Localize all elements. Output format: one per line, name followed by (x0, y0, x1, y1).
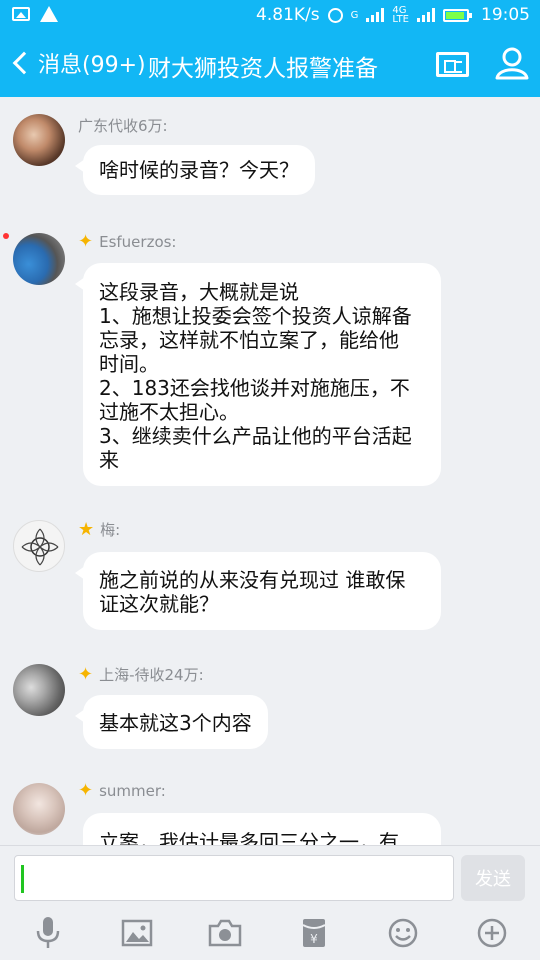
star-icon: ★ (78, 518, 95, 540)
sender-label: 上海-待收24万: (99, 666, 204, 684)
input-toolbar: ¥ (0, 905, 540, 960)
message-bubble[interactable]: 施之前说的从来没有兑现过 谁敢保 证这次就能？ (75, 552, 441, 630)
avatar[interactable] (13, 664, 65, 716)
network-speed: 4.81K/s (256, 5, 320, 25)
message-line: 3、继续卖什么产品让他的平台活起 (99, 424, 412, 448)
network-4g-lte: 4G LTE (392, 6, 409, 25)
send-button[interactable]: 发送 (461, 855, 525, 901)
svg-text:¥: ¥ (310, 932, 318, 946)
status-bar: 4.81K/s G 4G LTE 19:05 (0, 0, 540, 33)
sender-name: ✦ 上海-待收24万: (78, 664, 204, 685)
avatar[interactable] (13, 520, 65, 572)
avatar[interactable] (13, 233, 65, 285)
back-label: 消息(99+) (38, 53, 146, 78)
message-text: 基本就这3个内容 (99, 711, 252, 735)
camera-icon[interactable] (207, 915, 243, 951)
image-icon[interactable] (119, 915, 155, 951)
message-line: 2、183还会找他谈并对施施压，不 (99, 376, 410, 400)
star-icon: ✦ (78, 780, 94, 801)
emoji-icon[interactable] (385, 915, 421, 951)
message-line: 忘录，这样就不怕立案了，能给他 (99, 328, 399, 352)
warning-icon (40, 6, 58, 22)
message-line: 这段录音，大概就是说 (99, 280, 299, 304)
message-text: 立案，我估计最多回三分之一，有 (99, 830, 399, 845)
sender-label: 广东代收6万: (78, 117, 168, 135)
gallery-notification-icon (12, 7, 30, 21)
signal-icon (366, 8, 385, 22)
message-text: 啥时候的录音？今天？ (99, 158, 299, 182)
input-bar: 发送 (0, 845, 540, 905)
message-line: 证这次就能？ (99, 592, 219, 616)
signal-2-icon (417, 8, 435, 22)
message-line: 1、施想让投委会签个投资人谅解备 (99, 304, 412, 328)
status-time: 19:05 (481, 5, 530, 25)
unread-dot (3, 233, 9, 239)
sender-label: summer: (99, 782, 166, 800)
network-g-label: G (350, 9, 359, 21)
avatar[interactable] (13, 114, 65, 166)
avatar[interactable] (13, 783, 65, 835)
message-bubble[interactable]: 基本就这3个内容 (75, 695, 268, 749)
message-list[interactable]: 广东代收6万: 啥时候的录音？今天？ ✦ Esfuerzos: 这段录音，大概就… (0, 97, 540, 845)
message-bubble[interactable]: 立案，我估计最多回三分之一，有 (83, 813, 441, 845)
battery-icon (443, 8, 472, 22)
flower-sketch-image (21, 528, 59, 566)
network-lte-label: LTE (392, 14, 409, 25)
text-caret (21, 865, 24, 893)
chevron-left-icon (12, 51, 36, 75)
message-line: 过施不太担心。 (99, 400, 239, 424)
sender-label: 梅: (100, 521, 121, 539)
alarm-icon (327, 7, 343, 23)
message-bubble[interactable]: 啥时候的录音？今天？ (75, 145, 315, 195)
star-icon: ✦ (78, 231, 94, 252)
group-profile-card-icon[interactable] (436, 52, 469, 77)
sender-name: 广东代收6万: (78, 115, 168, 136)
plus-icon[interactable] (474, 915, 510, 951)
red-packet-icon[interactable]: ¥ (296, 915, 332, 951)
message-line: 来 (99, 448, 119, 472)
sender-name: ✦ summer: (78, 780, 166, 801)
title-bar: 消息(99+) 财大狮投资人报警准备 (0, 33, 540, 97)
page-title: 财大狮投资人报警准备 (148, 56, 378, 82)
sender-name: ★ 梅: (78, 519, 120, 540)
group-members-icon[interactable] (494, 45, 530, 81)
message-line: 施之前说的从来没有兑现过 谁敢保 (99, 568, 406, 592)
sender-name: ✦ Esfuerzos: (78, 231, 177, 252)
message-line: 时间。 (99, 352, 159, 376)
microphone-icon[interactable] (30, 915, 66, 951)
back-button[interactable]: 消息(99+) (10, 47, 146, 79)
sender-label: Esfuerzos: (99, 233, 177, 251)
star-icon: ✦ (78, 663, 94, 685)
message-bubble[interactable]: 这段录音，大概就是说 1、施想让投委会签个投资人谅解备 忘录，这样就不怕立案了，… (75, 263, 441, 486)
message-input[interactable] (14, 855, 454, 901)
